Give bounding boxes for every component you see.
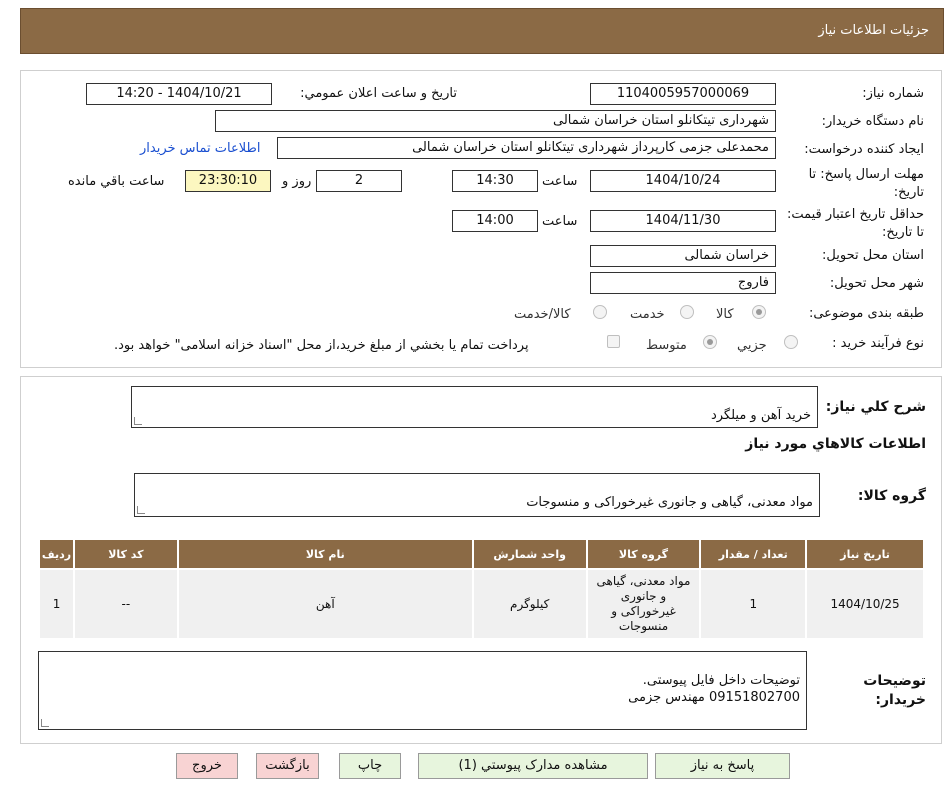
remaining-label: ساعت باقي مانده xyxy=(68,174,165,189)
buyer-notes-textarea: توضیحات داخل فایل پیوستی. 09151802700 مه… xyxy=(38,651,807,730)
col-goods-code: کد کالا xyxy=(73,538,179,570)
validity-time-label: ساعت xyxy=(542,214,578,229)
buyer-org-field: شهرداری تیتکانلو استان خراسان شمالی xyxy=(215,110,776,132)
deadline-time-field: 14:30 xyxy=(452,170,538,192)
buyer-contact-link[interactable]: اطلاعات تماس خريدار xyxy=(140,141,260,156)
col-need-date: تاريخ نياز xyxy=(805,538,925,570)
cell-goods-code: -- xyxy=(73,568,179,640)
remaining-time-field: 23:30:10 xyxy=(185,170,271,192)
col-quantity: تعداد / مقدار xyxy=(699,538,808,570)
buyer-notes-label: توضيحات خريدار: xyxy=(863,673,926,708)
col-goods-name: نام کالا xyxy=(176,538,474,570)
resize-grip-icon[interactable] xyxy=(134,417,142,425)
deadline-time-label: ساعت xyxy=(542,174,578,189)
col-unit: واحد شمارش xyxy=(471,538,588,570)
process-label: نوع فرآيند خريد : xyxy=(832,336,924,351)
reply-button[interactable]: پاسخ به نياز xyxy=(655,753,790,779)
need-number-field: 1104005957000069 xyxy=(590,83,776,105)
requester-field: محمدعلی جزمی کارپرداز شهرداری تیتکانلو ا… xyxy=(277,137,776,159)
category-goods-label: کالا xyxy=(716,307,734,322)
process-medium-radio[interactable] xyxy=(703,335,717,349)
goods-info-title: اطلاعات کالاهاي مورد نياز xyxy=(745,436,926,452)
cell-unit: کيلوگرم xyxy=(471,568,588,640)
print-button[interactable]: چاپ xyxy=(339,753,401,779)
cell-row-number: 1 xyxy=(37,568,76,640)
page-header: جزئیات اطلاعات نیاز xyxy=(20,8,944,54)
process-medium-label: متوسط xyxy=(646,338,687,353)
need-number-label: شماره نیاز: xyxy=(862,86,924,101)
treasury-payment-note: پرداخت تمام يا بخشي از مبلغ خريد،از محل … xyxy=(114,338,529,353)
cell-goods-group: مواد معدنی، گیاهی و جانوری غیرخوراکی و م… xyxy=(585,568,702,640)
buyer-org-label: نام دستگاه خريدار: xyxy=(821,114,924,129)
deadline-label: مهلت ارسال پاسخ: تا تاریخ: xyxy=(808,167,924,200)
view-attachments-button[interactable]: مشاهده مدارک پيوستي (1) xyxy=(418,753,648,779)
goods-group-textarea: مواد معدنی، گیاهی و جانوری غیرخوراکی و م… xyxy=(134,473,820,517)
requester-label: ایجاد کننده درخواست: xyxy=(804,142,924,157)
province-label: استان محل تحويل: xyxy=(822,248,924,263)
category-label: طبقه بندی موضوعی: xyxy=(808,306,924,321)
description-textarea: خرید آهن و میلگرد xyxy=(131,386,818,428)
deadline-date-field: 1404/10/24 xyxy=(590,170,776,192)
process-minor-radio[interactable] xyxy=(784,335,798,349)
treasury-payment-checkbox[interactable] xyxy=(607,335,620,348)
days-label: روز و xyxy=(282,174,312,189)
table-header-row: تاريخ نياز تعداد / مقدار گروه کالا واحد … xyxy=(37,538,925,570)
cell-need-date: 1404/10/25 xyxy=(805,568,925,640)
cell-goods-name: آهن xyxy=(176,568,474,640)
announce-label: تاریخ و ساعت اعلان عمومي: xyxy=(300,86,457,101)
resize-grip-icon[interactable] xyxy=(41,719,49,727)
validity-time-field: 14:00 xyxy=(452,210,538,232)
back-button[interactable]: بازگشت xyxy=(256,753,319,779)
category-goods-service-radio[interactable] xyxy=(593,305,607,319)
process-minor-label: جزيي xyxy=(737,338,767,353)
items-table: تاريخ نياز تعداد / مقدار گروه کالا واحد … xyxy=(37,538,925,640)
category-service-radio[interactable] xyxy=(680,305,694,319)
province-field: خراسان شمالی xyxy=(590,245,776,267)
category-service-label: خدمت xyxy=(630,307,665,322)
validity-label: حداقل تاريخ اعتبار قيمت: تا تاريخ: xyxy=(786,207,924,240)
goods-group-label: گروه کالا: xyxy=(857,488,926,504)
validity-date-field: 1404/11/30 xyxy=(590,210,776,232)
days-field: 2 xyxy=(316,170,402,192)
table-row: 1404/10/25 1 مواد معدنی، گیاهی و جانوری … xyxy=(37,568,925,640)
description-label: شرح کلي نياز: xyxy=(825,399,926,415)
page-title: جزئیات اطلاعات نیاز xyxy=(818,23,929,38)
exit-button[interactable]: خروج xyxy=(176,753,238,779)
col-goods-group: گروه کالا xyxy=(585,538,702,570)
city-label: شهر محل تحويل: xyxy=(829,276,924,291)
col-row-number: رديف xyxy=(37,538,76,570)
category-goods-service-label: کالا/خدمت xyxy=(514,307,571,322)
category-goods-radio[interactable] xyxy=(752,305,766,319)
cell-quantity: 1 xyxy=(699,568,808,640)
city-field: فاروج xyxy=(590,272,776,294)
resize-grip-icon[interactable] xyxy=(137,506,145,514)
announce-field: 1404/10/21 - 14:20 xyxy=(86,83,272,105)
